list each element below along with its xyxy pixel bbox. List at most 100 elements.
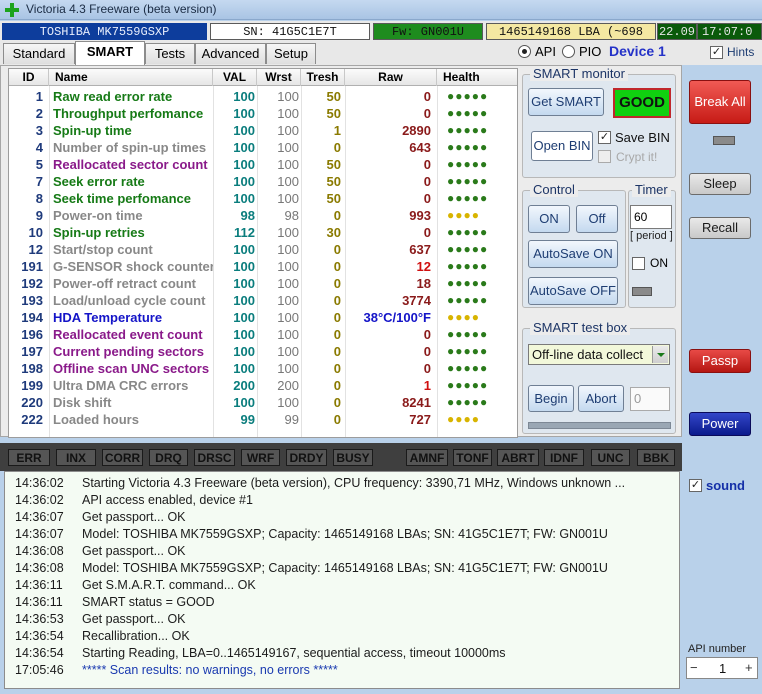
test-begin-button[interactable]: Begin — [528, 385, 574, 412]
table-row[interactable]: 194 HDA Temperature 100 100 0 38°C/100°F ●●●● — [9, 309, 517, 326]
open-bin-button[interactable]: Open BIN — [531, 131, 593, 161]
power-button[interactable]: Power — [689, 412, 751, 436]
tab-tests[interactable]: Tests — [145, 43, 195, 64]
table-row[interactable]: 2 Throughput perfomance 100 100 50 0 ●●●●● — [9, 105, 517, 122]
timer-on-checkbox[interactable] — [632, 257, 645, 270]
attr-wrst-cell: 100 — [277, 174, 299, 189]
tab-standard[interactable]: Standard — [3, 43, 75, 64]
crypt-it-checkbox[interactable] — [598, 150, 611, 163]
attr-health-cell: ●●●●● — [447, 157, 489, 171]
table-row[interactable]: 9 Power-on time 98 98 0 993 ●●●● — [9, 207, 517, 224]
date-readout: 22.09 — [657, 23, 697, 40]
attr-tresh-cell: 50 — [326, 174, 341, 189]
attr-wrst-cell: 100 — [277, 225, 299, 240]
attr-name-cell: Power-off retract count — [53, 276, 197, 291]
table-row[interactable]: 197 Current pending sectors 100 100 0 0 ●●●●● — [9, 343, 517, 360]
attr-tresh-cell: 0 — [333, 242, 341, 257]
log-time: 14:36:54 — [15, 629, 64, 643]
log-time: 14:36:54 — [15, 646, 64, 660]
api-number-spinner[interactable]: − 1 + — [686, 657, 758, 679]
attr-health-cell: ●●●● — [447, 208, 480, 222]
attr-tresh-cell: 50 — [326, 191, 341, 206]
decrement-button[interactable]: − — [690, 660, 698, 675]
table-row[interactable]: 196 Reallocated event count 100 100 0 0 ●●●●● — [9, 326, 517, 343]
attr-val-cell: 100 — [233, 106, 255, 121]
attr-val-cell: 100 — [233, 327, 255, 342]
autosave-off-button[interactable]: AutoSave OFF — [528, 277, 618, 305]
table-row[interactable]: 3 Spin-up time 100 100 1 2890 ●●●●● — [9, 122, 517, 139]
attr-id-cell: 199 — [21, 378, 43, 393]
table-row[interactable]: 10 Spin-up retries 112 100 30 0 ●●●●● — [9, 224, 517, 241]
pio-radio[interactable] — [562, 45, 575, 58]
save-bin-checkbox[interactable]: ✓ — [598, 131, 611, 144]
table-row[interactable]: 8 Seek time perfomance 100 100 50 0 ●●●●● — [9, 190, 517, 207]
header-val[interactable]: VAL — [213, 69, 257, 86]
header-health[interactable]: Health — [437, 69, 517, 86]
attr-wrst-cell: 200 — [277, 378, 299, 393]
drive-serial: SN: 41G5C1E7T — [210, 23, 370, 40]
header-name[interactable]: Name — [49, 69, 213, 86]
table-row[interactable]: 5 Reallocated sector count 100 100 50 0 ●●●●● — [9, 156, 517, 173]
table-row[interactable]: 1 Raw read error rate 100 100 50 0 ●●●●● — [9, 88, 517, 105]
passp-button[interactable]: Passp — [689, 349, 751, 373]
attr-raw-cell: 0 — [423, 106, 431, 121]
log-time: 14:36:07 — [15, 527, 64, 541]
control-on-button[interactable]: ON — [528, 205, 570, 233]
header-wrst[interactable]: Wrst — [257, 69, 301, 86]
timer-indicator — [632, 287, 652, 296]
table-row[interactable]: 191 G-SENSOR shock counter 100 100 0 12 ●●●●● — [9, 258, 517, 275]
control-off-button[interactable]: Off — [576, 205, 618, 233]
status-flag-abrt: ABRT — [497, 449, 539, 466]
hints-checkbox[interactable]: ✓ — [710, 46, 723, 59]
table-row[interactable]: 12 Start/stop count 100 100 0 637 ●●●●● — [9, 241, 517, 258]
right-bottom-panel: ✓ sound API number − 1 + — [683, 470, 762, 694]
sound-checkbox[interactable]: ✓ — [689, 479, 702, 492]
attr-id-cell: 7 — [35, 174, 43, 189]
attr-wrst-cell: 100 — [277, 327, 299, 342]
smart-table[interactable]: ID Name VAL Wrst Tresh Raw Health 1 Raw r… — [8, 68, 518, 438]
status-flag-err: ERR — [8, 449, 50, 466]
header-tresh[interactable]: Tresh — [301, 69, 345, 86]
attr-health-cell: ●●●●● — [447, 123, 489, 137]
smart-status-badge: GOOD — [613, 88, 671, 118]
event-log[interactable]: 14:36:02 Starting Victoria 4.3 Freeware (… — [4, 471, 680, 689]
increment-button[interactable]: + — [745, 660, 753, 675]
tab-setup[interactable]: Setup — [266, 43, 316, 64]
header-raw[interactable]: Raw — [345, 69, 437, 86]
tab-smart[interactable]: SMART — [75, 41, 145, 65]
attr-wrst-cell: 100 — [277, 242, 299, 257]
break-all-button[interactable]: Break All — [689, 80, 751, 124]
table-row[interactable]: 199 Ultra DMA CRC errors 200 200 0 1 ●●●●● — [9, 377, 517, 394]
test-abort-button[interactable]: Abort — [578, 385, 624, 412]
get-smart-button[interactable]: Get SMART — [528, 88, 604, 116]
status-flag-amnf: AMNF — [406, 449, 448, 466]
table-row[interactable]: 7 Seek error rate 100 100 50 0 ●●●●● — [9, 173, 517, 190]
attr-wrst-cell: 100 — [277, 293, 299, 308]
attr-health-cell: ●●●● — [447, 412, 480, 426]
header-id[interactable]: ID — [9, 69, 49, 86]
timer-period-input[interactable]: 60 — [630, 205, 672, 229]
table-row[interactable]: 198 Offline scan UNC sectors 100 100 0 0 ●●●●● — [9, 360, 517, 377]
attr-raw-cell: 12 — [416, 259, 431, 274]
test-type-select[interactable]: Off-line data collect — [528, 344, 670, 365]
log-message: Get passport... OK — [82, 510, 186, 524]
recall-button[interactable]: Recall — [689, 217, 751, 239]
autosave-on-button[interactable]: AutoSave ON — [528, 240, 618, 268]
table-row[interactable]: 4 Number of spin-up times 100 100 0 643 ●●●●● — [9, 139, 517, 156]
chevron-down-icon[interactable] — [652, 346, 668, 363]
log-time: 14:36:53 — [15, 612, 64, 626]
test-progress-input[interactable]: 0 — [630, 387, 670, 411]
attr-id-cell: 196 — [21, 327, 43, 342]
table-row[interactable]: 220 Disk shift 100 100 0 8241 ●●●●● — [9, 394, 517, 411]
attr-raw-cell: 637 — [409, 242, 431, 257]
attr-wrst-cell: 100 — [277, 123, 299, 138]
attr-health-cell: ●●●● — [447, 310, 480, 324]
tab-advanced[interactable]: Advanced — [195, 43, 266, 64]
sleep-button[interactable]: Sleep — [689, 173, 751, 195]
table-row[interactable]: 192 Power-off retract count 100 100 0 18 ●●●●● — [9, 275, 517, 292]
api-radio[interactable] — [518, 45, 531, 58]
log-message: API access enabled, device #1 — [82, 493, 253, 507]
table-row[interactable]: 222 Loaded hours 99 99 0 727 ●●●● — [9, 411, 517, 428]
attr-tresh-cell: 0 — [333, 344, 341, 359]
table-row[interactable]: 193 Load/unload cycle count 100 100 0 3774 ●●●… — [9, 292, 517, 309]
